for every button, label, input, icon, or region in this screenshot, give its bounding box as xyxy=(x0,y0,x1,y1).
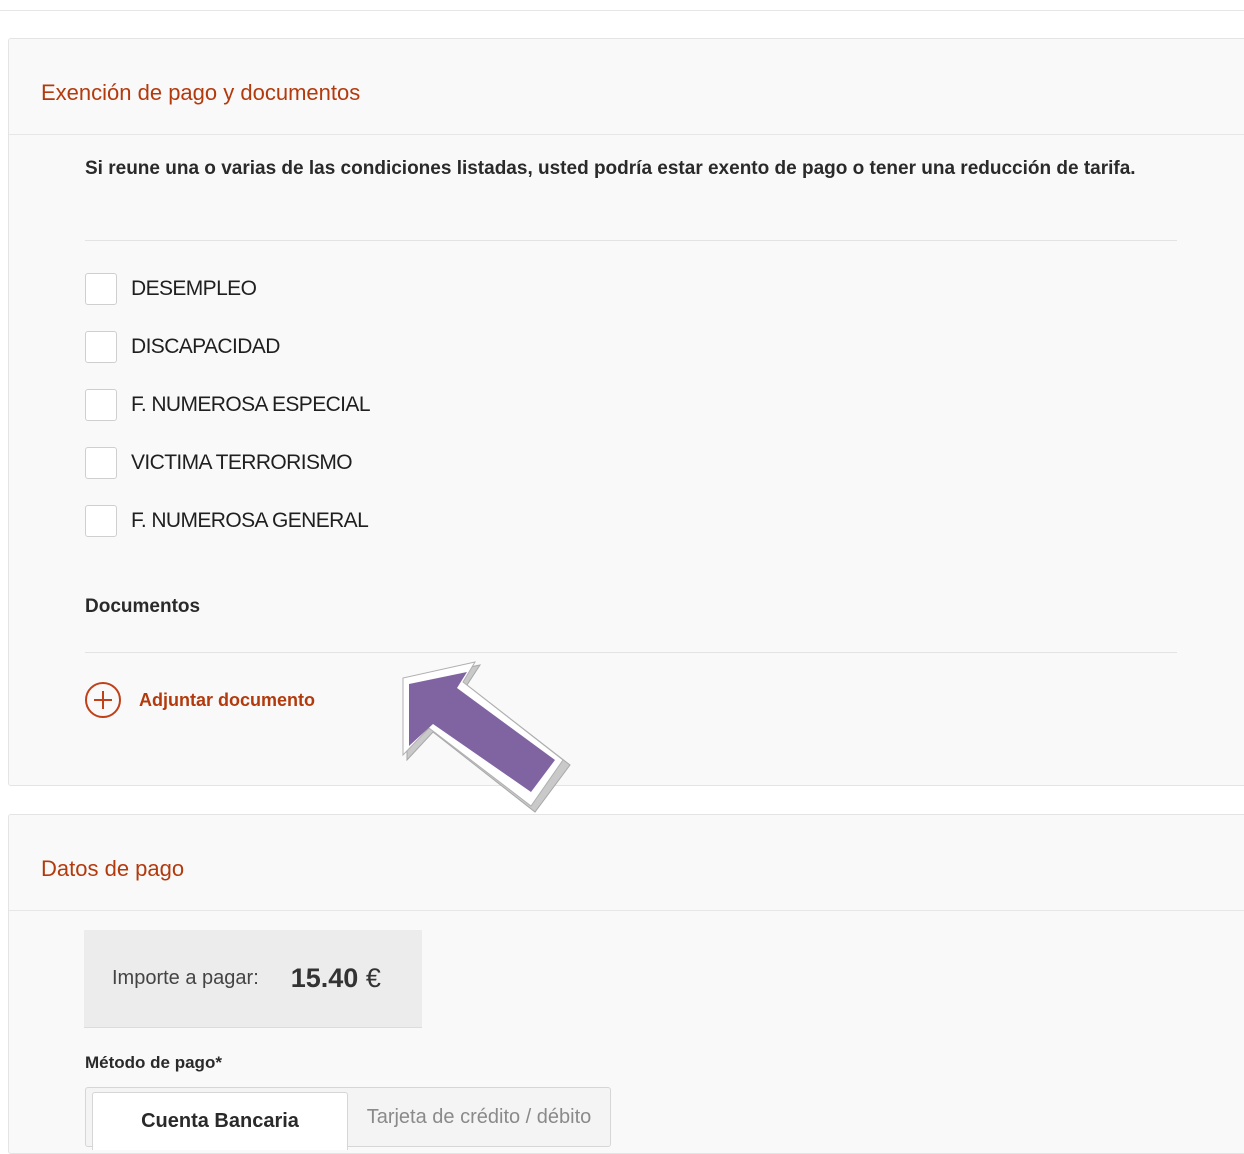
condition-numerosa-especial[interactable]: F. NUMEROSA ESPECIAL xyxy=(85,388,371,422)
condition-desempleo[interactable]: DESEMPLEO xyxy=(85,272,257,306)
condition-label: DISCAPACIDAD xyxy=(131,335,280,358)
exemption-panel: Exención de pago y documentos Si reune u… xyxy=(8,38,1244,786)
top-divider xyxy=(0,10,1244,11)
condition-victima-terrorismo[interactable]: VICTIMA TERRORISMO xyxy=(85,446,353,480)
attach-document-button[interactable]: Adjuntar documento xyxy=(85,682,315,718)
amount-label: Importe a pagar: xyxy=(112,967,259,989)
payment-method-tabs: Cuenta Bancaria Tarjeta de crédito / déb… xyxy=(85,1087,611,1150)
payment-panel-header: Datos de pago xyxy=(9,815,1244,911)
amount-currency: € xyxy=(365,963,381,993)
exemption-intro-text: Si reune una o varias de las condiciones… xyxy=(85,158,1136,179)
checkbox[interactable] xyxy=(85,389,117,421)
exemption-panel-title: Exención de pago y documentos xyxy=(41,80,361,105)
amount-box: Importe a pagar: 15.40 € xyxy=(84,930,422,1028)
condition-label: F. NUMEROSA GENERAL xyxy=(131,509,369,532)
exemption-panel-header: Exención de pago y documentos xyxy=(9,39,1244,135)
checkbox[interactable] xyxy=(85,331,117,363)
plus-circle-icon[interactable] xyxy=(85,682,121,718)
tab-cuenta-bancaria[interactable]: Cuenta Bancaria xyxy=(92,1092,348,1150)
divider xyxy=(85,652,1177,653)
payment-panel: Datos de pago Importe a pagar: 15.40 € M… xyxy=(8,814,1244,1154)
condition-discapacidad[interactable]: DISCAPACIDAD xyxy=(85,330,280,364)
payment-panel-title: Datos de pago xyxy=(41,856,185,881)
amount-number: 15.40 xyxy=(290,963,359,993)
condition-label: DESEMPLEO xyxy=(131,277,257,300)
condition-numerosa-general[interactable]: F. NUMEROSA GENERAL xyxy=(85,504,369,538)
amount-value: 15.40 € xyxy=(291,963,381,994)
divider xyxy=(85,240,1177,241)
documents-heading: Documentos xyxy=(85,596,201,617)
attach-document-label[interactable]: Adjuntar documento xyxy=(139,690,315,711)
checkbox[interactable] xyxy=(85,447,117,479)
tab-tarjeta-credito-debito[interactable]: Tarjeta de crédito / débito xyxy=(348,1088,610,1146)
checkbox[interactable] xyxy=(85,505,117,537)
condition-label: F. NUMEROSA ESPECIAL xyxy=(131,393,371,416)
checkbox[interactable] xyxy=(85,273,117,305)
condition-label: VICTIMA TERRORISMO xyxy=(131,451,353,474)
payment-method-label: Método de pago* xyxy=(85,1053,222,1072)
